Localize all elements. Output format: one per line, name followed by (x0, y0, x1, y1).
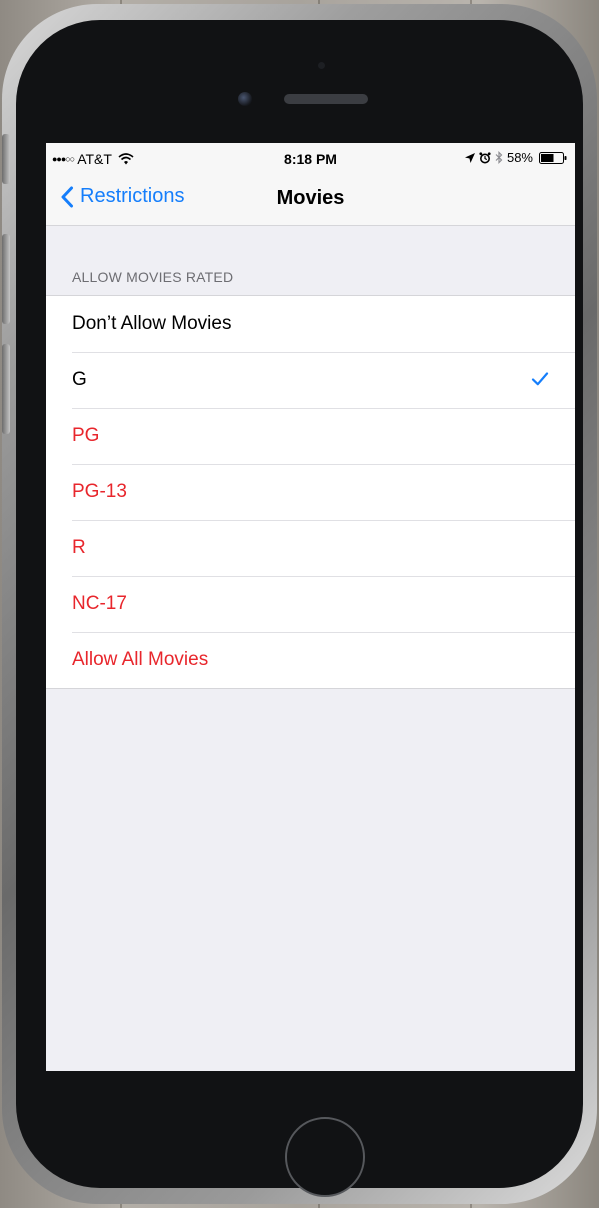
option-nc-17[interactable]: NC-17 (46, 576, 575, 632)
proximity-sensor (318, 62, 325, 69)
battery-icon (539, 151, 567, 164)
alarm-icon (479, 151, 491, 163)
option-label: Allow All Movies (72, 649, 209, 670)
navigation-bar: Restrictions Movies (46, 173, 575, 226)
battery-percent: 58% (506, 150, 533, 165)
option-allow-all-movies[interactable]: Allow All Movies (46, 632, 575, 688)
option-r[interactable]: R (46, 520, 575, 576)
option-label: G (72, 369, 87, 390)
front-camera (238, 92, 252, 106)
option-label: PG (72, 425, 100, 446)
mute-switch (2, 134, 10, 184)
rating-options-list: Don’t Allow Movies G PG PG-13 R NC-17 Al… (46, 295, 575, 689)
status-bar: ●●●○○ AT&T 8:18 PM 58% (46, 143, 575, 173)
section-header: ALLOW MOVIES RATED (72, 269, 234, 285)
option-label: NC-17 (72, 593, 127, 614)
page-title: Movies (276, 187, 345, 209)
bluetooth-icon (495, 151, 503, 164)
option-pg-13[interactable]: PG-13 (46, 464, 575, 520)
option-g[interactable]: G (46, 352, 575, 408)
volume-up-button (2, 234, 10, 324)
volume-down-button (2, 344, 10, 434)
home-button[interactable] (285, 1117, 365, 1197)
option-label: Don’t Allow Movies (72, 313, 232, 334)
phone-screen: ●●●○○ AT&T 8:18 PM 58% Restrictions Movi… (46, 143, 575, 1071)
status-right: 58% (464, 150, 567, 165)
option-dont-allow-movies[interactable]: Don’t Allow Movies (46, 296, 575, 352)
checkmark-icon (531, 372, 549, 386)
option-label: PG-13 (72, 481, 127, 502)
location-arrow-icon (464, 152, 475, 163)
option-pg[interactable]: PG (46, 408, 575, 464)
option-label: R (72, 537, 86, 558)
earpiece-speaker (284, 94, 368, 104)
